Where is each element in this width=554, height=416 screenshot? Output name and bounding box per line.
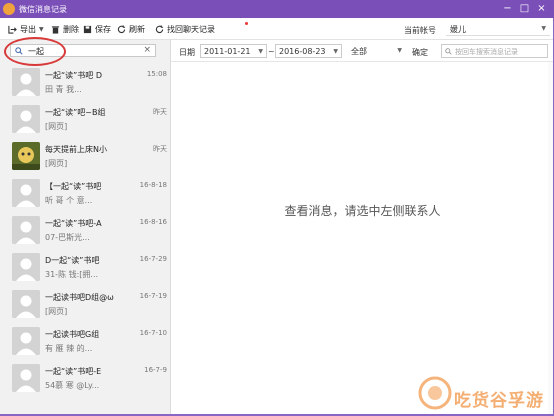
contact-list-item[interactable]: 一起“读”书吧-E 54慕 寒 @Ly... 16-7-9 [0, 360, 170, 397]
start-date-input[interactable]: 2011-01-21 ▼ [200, 44, 267, 58]
watermark-text: 吃货谷孚游 [454, 391, 544, 411]
close-icon[interactable]: × [535, 2, 548, 15]
contact-name: 每天提前上床N小 [45, 145, 107, 154]
floppy-disk-icon [83, 25, 92, 34]
message-panel: 日期 2011-01-21 ▼ ~ 2016-08-23 ▼ 全部 ▼ 确定 按… [171, 40, 554, 416]
contact-time: 16-7-19 [139, 292, 167, 300]
new-badge-dot [245, 22, 248, 25]
watermark: 吃货谷孚游 [418, 376, 554, 416]
contact-preview: 07-巴斯光... [45, 233, 90, 242]
contact-name: 一起“读”书吧-E [45, 367, 102, 376]
contact-preview: [网页] [45, 159, 68, 168]
contact-name: 一起“读”书吧-A [45, 219, 102, 228]
keyword-placeholder: 按回车搜索消息记录 [455, 48, 518, 56]
contact-list-item[interactable]: 一起读书吧D组@ω [网页] 16-7-19 [0, 286, 170, 323]
default-avatar-icon [12, 68, 40, 96]
message-type-select[interactable]: 全部 ▼ [348, 44, 405, 58]
contact-preview: [网页] [45, 307, 68, 316]
contact-sidebar: 一起 × 一起“读”书吧 D田 青 我... 15:08 一起“读”吧~B组 [网页]… [0, 40, 171, 416]
contact-time: 16-8-16 [139, 218, 167, 226]
contact-name: D一起“读”书吧 [45, 256, 100, 265]
contact-name: 一起读书吧G组 [45, 330, 100, 339]
annotation-circle [4, 37, 66, 66]
contact-preview: 听 哥 个 意... [45, 196, 93, 205]
maximize-icon[interactable]: □ [518, 2, 531, 15]
contact-list-item[interactable]: 一起“读”书吧-A 07-巴斯光... 16-8-16 [0, 212, 170, 249]
contact-preview: 54慕 寒 @Ly... [45, 381, 100, 390]
export-button[interactable]: 导出 ▼ [8, 24, 44, 35]
export-dropdown-icon[interactable]: ▼ [39, 26, 44, 33]
account-value: 媛儿 [450, 25, 466, 34]
trash-icon [51, 26, 60, 34]
contact-list: 一起“读”书吧 D田 青 我... 15:08 一起“读”吧~B组 [网页] 昨天 每天提… [0, 64, 170, 397]
contact-list-item[interactable]: D一起“读”书吧 31-陈 钱:[拥... 16-7-29 [0, 249, 170, 286]
sync-icon [155, 25, 164, 34]
default-avatar-icon [12, 327, 40, 355]
search-icon [445, 48, 452, 55]
export-label: 导出 [20, 25, 36, 34]
default-avatar-icon [12, 253, 40, 281]
contact-preview: [网页] [45, 122, 68, 131]
contact-name: 【一起“读”书吧 [45, 182, 102, 191]
contact-time: 16-8-18 [139, 181, 167, 189]
contact-list-item[interactable]: 一起“读”书吧 D 田 青 我... 15:08 [0, 64, 170, 101]
chevron-down-icon: ▼ [333, 48, 338, 55]
contact-time: 昨天 [153, 108, 167, 116]
chevron-down-icon: ▼ [397, 47, 402, 54]
end-date-input[interactable]: 2016-08-23 ▼ [275, 44, 342, 58]
watermark-logo-icon [418, 376, 452, 410]
default-avatar-icon [12, 364, 40, 392]
default-avatar-icon [12, 179, 40, 207]
default-avatar-icon [12, 105, 40, 133]
end-date-value: 2016-08-23 [279, 47, 326, 56]
default-avatar-icon [12, 216, 40, 244]
toolbar: 导出 ▼ 删除 保存 刷新 找回聊天记录 当前帐号 媛儿 ▼ [0, 18, 554, 40]
delete-label: 删除 [63, 25, 79, 34]
title-bar: 微信消息记录 − □ × [0, 0, 554, 18]
contact-preview: 31-陈 钱:[拥... [45, 270, 99, 279]
message-type-value: 全部 [351, 47, 367, 56]
contact-list-item[interactable]: 【一起“读”书吧听 哥 个 意... 16-8-18 [0, 175, 170, 212]
chevron-down-icon: ▼ [258, 48, 263, 55]
export-icon [8, 25, 17, 34]
empty-state-message: 查看消息，请选中左侧联系人 [284, 204, 441, 218]
app-logo-icon [3, 3, 15, 15]
filter-bar: 日期 2011-01-21 ▼ ~ 2016-08-23 ▼ 全部 ▼ 确定 按… [171, 40, 554, 62]
refresh-label: 刷新 [129, 25, 145, 34]
window-title: 微信消息记录 [19, 5, 67, 14]
keyword-search-input[interactable]: 按回车搜索消息记录 [441, 44, 548, 58]
contact-avatar-photo [12, 142, 40, 170]
contact-list-item[interactable]: 一起读书吧G组有 雁 辣 的... 16-7-10 [0, 323, 170, 360]
refresh-button[interactable]: 刷新 [117, 24, 145, 35]
retrieve-chat-button[interactable]: 找回聊天记录 [155, 24, 215, 35]
date-separator: ~ [268, 47, 275, 56]
save-button[interactable]: 保存 [83, 24, 111, 35]
contact-name: 一起“读”吧~B组 [45, 108, 106, 117]
contact-time: 16-7-9 [144, 366, 167, 374]
contact-name: 一起读书吧D组@ω [45, 293, 114, 302]
contact-list-item[interactable]: 一起“读”吧~B组 [网页] 昨天 [0, 101, 170, 138]
contact-time: 16-7-10 [139, 329, 167, 337]
contact-name: 一起“读”书吧 D [45, 71, 102, 80]
save-label: 保存 [95, 25, 111, 34]
contact-list-item[interactable]: 每天提前上床N小 [网页] 昨天 [0, 138, 170, 175]
minimize-icon[interactable]: − [501, 2, 514, 15]
contact-time: 16-7-29 [139, 255, 167, 263]
account-select[interactable]: 媛儿 ▼ [446, 22, 550, 36]
default-avatar-icon [12, 290, 40, 318]
contact-preview: 田 青 我... [45, 85, 82, 94]
retrieve-chat-label: 找回聊天记录 [167, 25, 215, 34]
confirm-button[interactable]: 确定 [412, 47, 428, 58]
contact-preview: 有 雁 辣 的... [45, 344, 93, 353]
delete-button[interactable]: 删除 [51, 24, 79, 35]
contact-time: 15:08 [146, 70, 167, 78]
date-label: 日期 [179, 48, 195, 57]
refresh-icon [117, 25, 126, 34]
clear-search-icon[interactable]: × [143, 45, 151, 55]
start-date-value: 2011-01-21 [204, 47, 251, 56]
account-label: 当前帐号 [404, 26, 436, 35]
chevron-down-icon: ▼ [541, 25, 546, 32]
contact-time: 昨天 [153, 145, 167, 153]
